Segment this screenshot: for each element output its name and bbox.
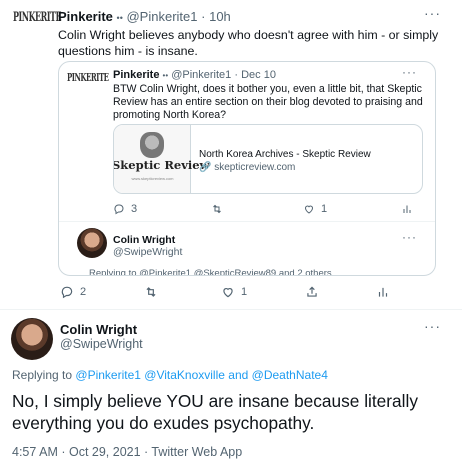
link-card-title: North Korea Archives - Skeptic Review: [199, 149, 371, 160]
skeptic-logo-icon: [140, 132, 164, 158]
analytics-action[interactable]: [401, 203, 413, 215]
replying-to-truncated: Replying to @Pinkerite1 @SkepticReview89…: [89, 268, 332, 276]
handle[interactable]: @Pinkerite1: [126, 9, 197, 24]
handle[interactable]: @Pinkerite1: [171, 69, 231, 81]
reply-count: 2: [80, 286, 87, 298]
pinkerite-avatar[interactable]: PINKERITE: [13, 8, 62, 44]
timestamp[interactable]: 4:57 AM · Oct 29, 2021 · Twitter Web App: [12, 445, 242, 459]
tweet-text: Colin Wright believes anybody who doesn'…: [58, 28, 439, 58]
reply-icon: [113, 203, 125, 215]
tweet-pinkerite[interactable]: PINKERITE Pinkerite •• @Pinkerite1 · 10h…: [0, 0, 462, 308]
thumb-title: Skeptic Review: [113, 158, 210, 172]
analytics-icon: [376, 285, 390, 299]
colin-avatar[interactable]: [77, 228, 107, 258]
replying-to: Replying to @Pinkerite1 @VitaKnoxville a…: [12, 368, 328, 382]
reply-action[interactable]: 2: [60, 285, 86, 299]
quoted-divider: [59, 221, 435, 222]
pinkerite-logo: PINKERITE: [67, 70, 109, 85]
like-action[interactable]: 1: [221, 285, 247, 299]
share-icon: [305, 285, 319, 299]
handle[interactable]: @SwipeWright: [60, 337, 143, 351]
analytics-icon: [401, 203, 413, 215]
link-card[interactable]: Skeptic Review www.skepticreview.com Nor…: [113, 124, 423, 194]
heart-icon: [303, 203, 315, 215]
pinkerite-logo: PINKERITE: [13, 8, 62, 24]
retweet-action[interactable]: [211, 203, 229, 215]
replying-last-mention[interactable]: @DeathNate4: [252, 368, 328, 382]
link-card-thumbnail: Skeptic Review www.skepticreview.com: [114, 125, 209, 193]
tweet-actions: 2 1: [60, 285, 390, 299]
display-name[interactable]: Colin Wright: [113, 234, 175, 246]
quoted-avatar[interactable]: PINKERITE: [67, 70, 109, 106]
link-card-domain-row: 🔗 skepticreview.com: [199, 162, 295, 173]
more-options-icon[interactable]: ···: [424, 318, 441, 334]
quoted-text: BTW Colin Wright, does it bother you, ev…: [113, 83, 423, 121]
share-action[interactable]: [305, 285, 319, 299]
main-tweet-text: No, I simply believe YOU are insane beca…: [12, 391, 418, 433]
tweet-time[interactable]: 10h: [209, 9, 231, 24]
retweet-icon: [144, 285, 158, 299]
analytics-action[interactable]: [376, 285, 390, 299]
quoted-header: Pinkerite •• @Pinkerite1 · Dec 10: [113, 69, 276, 81]
main-tweet: Colin Wright @SwipeWright ··· Replying t…: [0, 310, 462, 473]
colin-avatar[interactable]: [11, 318, 53, 360]
separator: ·: [234, 69, 239, 81]
separator: ·: [201, 9, 206, 24]
more-options-icon[interactable]: ···: [402, 65, 417, 79]
display-name[interactable]: Pinkerite: [58, 9, 113, 24]
more-options-icon[interactable]: ···: [402, 230, 417, 244]
reply-action[interactable]: 3: [113, 203, 137, 215]
retweet-icon: [211, 203, 223, 215]
replying-mentions[interactable]: @Pinkerite1 @VitaKnoxville: [75, 368, 225, 382]
quoted-tweet[interactable]: PINKERITE Pinkerite •• @Pinkerite1 · Dec…: [58, 61, 436, 276]
replying-and[interactable]: and: [228, 368, 248, 382]
retweet-action[interactable]: [144, 285, 164, 299]
thumb-url: www.skepticreview.com: [131, 176, 174, 181]
more-options-icon[interactable]: ···: [424, 5, 441, 21]
handle[interactable]: @SwipeWright: [113, 246, 182, 258]
like-count: 1: [320, 203, 328, 215]
reply-count: 3: [131, 203, 138, 215]
verified-marks: ••: [116, 13, 123, 23]
like-action[interactable]: 1: [303, 203, 327, 215]
verified-marks: ••: [162, 71, 169, 80]
replying-prefix: Replying to: [12, 368, 73, 382]
display-name[interactable]: Colin Wright: [60, 322, 137, 337]
link-card-domain: skepticreview.com: [214, 162, 296, 173]
like-count: 1: [241, 286, 248, 298]
tweet-time[interactable]: Dec 10: [241, 69, 276, 81]
tweet-header: Pinkerite •• @Pinkerite1 · 10h: [58, 9, 231, 24]
quoted-actions: 3 1: [113, 203, 413, 215]
reply-icon: [60, 285, 74, 299]
link-icon: 🔗: [199, 162, 212, 173]
heart-icon: [221, 285, 235, 299]
display-name[interactable]: Pinkerite: [113, 69, 159, 81]
